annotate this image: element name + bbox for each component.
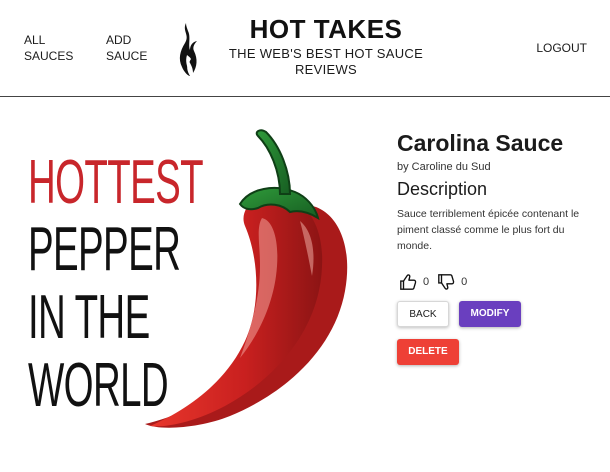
description-heading: Description xyxy=(397,179,488,199)
chili-pepper-icon xyxy=(145,129,348,428)
likes-count: 0 xyxy=(423,276,430,288)
dislikes-count: 0 xyxy=(461,276,468,288)
nav-add-sauce-link[interactable]: ADD SAUCE xyxy=(106,32,156,64)
sauce-detail-page: ALL SAUCES ADD SAUCE HOT TAKES THE WEB'S… xyxy=(0,0,610,472)
sauce-name-text: Carolina Sauce xyxy=(397,130,564,156)
image-text-line-3: IN THE xyxy=(28,283,150,352)
sauce-name: Carolina Sauce xyxy=(397,128,592,158)
sauce-manufacturer: by Caroline du Sud xyxy=(397,161,491,173)
thumbs-up-icon[interactable] xyxy=(399,273,417,291)
site-subtitle: THE WEB'S BEST HOT SAUCE REVIEWS xyxy=(228,46,424,77)
back-button[interactable]: BACK xyxy=(397,301,449,327)
sauce-details: Carolina Sauce by Caroline du Sud Descri… xyxy=(397,128,592,254)
modify-button[interactable]: MODIFY xyxy=(459,301,521,327)
description-text: Sauce terriblement épicée contenant le p… xyxy=(397,208,580,252)
delete-button[interactable]: DELETE xyxy=(397,339,459,365)
logout-link[interactable]: LOGOUT xyxy=(536,40,587,56)
site-title: HOT TAKES xyxy=(249,14,403,44)
top-header: ALL SAUCES ADD SAUCE HOT TAKES THE WEB'S… xyxy=(0,0,610,97)
nav-all-sauces-link[interactable]: ALL SAUCES xyxy=(24,32,84,64)
brand: HOT TAKES THE WEB'S BEST HOT SAUCE REVIE… xyxy=(228,14,424,78)
flame-icon xyxy=(179,23,197,76)
likes-row: 0 0 xyxy=(399,272,475,292)
thumbs-down-icon[interactable] xyxy=(437,273,455,291)
